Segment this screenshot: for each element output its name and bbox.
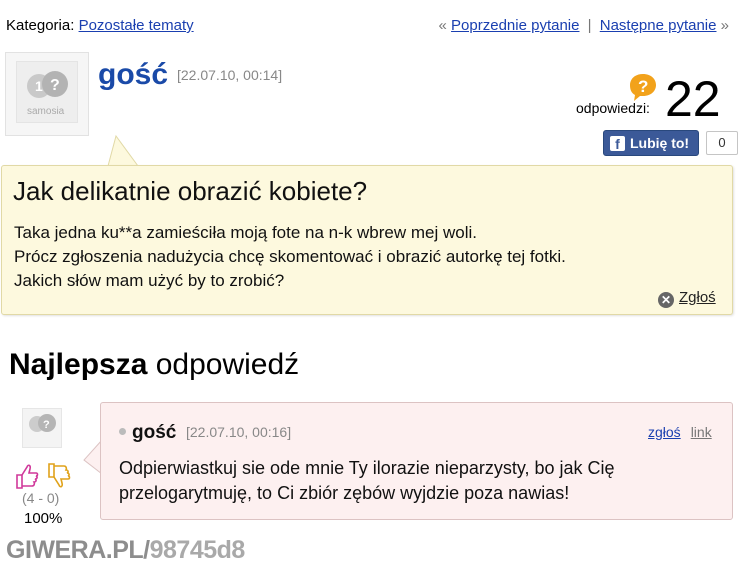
question-title: Jak delikatnie obrazić kobiete?	[13, 176, 368, 206]
answer-avatar[interactable]: ?	[22, 408, 62, 448]
facebook-like-button[interactable]: f Lubię to!	[603, 130, 699, 156]
facebook-icon: f	[610, 136, 625, 152]
watermark-id: 98745d8	[149, 536, 246, 564]
question-bubble-tail	[107, 134, 140, 168]
next-marker: »	[720, 17, 729, 34]
svg-text:1: 1	[35, 78, 43, 94]
question-line-2: Prócz zgłoszenia nadużycia chcę skomento…	[14, 247, 566, 266]
best-answer-heading: Najlepsza odpowiedź	[9, 348, 299, 382]
category-link[interactable]: Pozostałe tematy	[79, 17, 194, 34]
like-count: 0	[706, 131, 738, 155]
question-line-1: Taka jedna ku**a zamieściła moją fote na…	[14, 223, 477, 242]
avatar-text: samosia	[27, 106, 65, 117]
best-answer-heading-bold: Najlepsza	[9, 348, 148, 381]
answer-author-row: gość	[119, 422, 176, 444]
svg-text:?: ?	[43, 419, 50, 431]
answer-author[interactable]: gość	[132, 422, 176, 443]
avatar-placeholder-icon: ?	[29, 414, 56, 432]
close-icon: ✕	[658, 292, 674, 308]
question-body: Taka jedna ku**a zamieściła moją fote na…	[14, 221, 566, 293]
answer-line-1: Odpierwiastkuj sie ode mnie Ty ilorazie …	[119, 458, 615, 478]
answer-links: zgłoś link	[648, 424, 712, 440]
watermark: GIWERA.PL/98745d8	[6, 536, 245, 565]
next-question-link[interactable]: Następne pytanie	[600, 17, 717, 34]
question-mark-icon: ?	[628, 72, 658, 102]
svg-text:?: ?	[50, 77, 60, 94]
answers-count: 22	[665, 71, 721, 127]
svg-text:?: ?	[638, 77, 648, 96]
watermark-site: GIWERA.PL/	[6, 536, 150, 564]
question-line-3: Jakich słów mam użyć by to zrobić?	[14, 271, 285, 290]
question-avatar[interactable]: 1 ? samosia	[5, 52, 89, 136]
vote-score: (4 - 0)	[22, 490, 60, 506]
answer-line-2: przelogarytmuję, to Ci zbiór zębów wyjdz…	[119, 483, 570, 503]
vote-percentage: 100%	[24, 510, 63, 527]
like-label: Lubię to!	[630, 135, 690, 151]
answers-label: odpowiedzi:	[576, 100, 650, 116]
best-answer-heading-rest: odpowiedź	[147, 348, 300, 381]
status-dot-icon	[119, 428, 126, 435]
report-label: Zgłoś	[679, 289, 716, 306]
thumbs-down-icon[interactable]	[48, 463, 71, 488]
answer-text: Odpierwiastkuj sie ode mnie Ty ilorazie …	[119, 456, 615, 506]
report-question-button[interactable]: ✕ Zgłoś	[658, 289, 716, 308]
prev-marker: «	[438, 17, 447, 34]
answer-date: [22.07.10, 00:16]	[186, 424, 292, 440]
question-date: [22.07.10, 00:14]	[177, 67, 283, 83]
report-answer-link[interactable]: zgłoś	[648, 424, 681, 440]
nav-separator: |	[587, 17, 592, 34]
question-author[interactable]: gość	[98, 58, 168, 92]
category-row: Kategoria: Pozostałe tematy	[6, 17, 194, 34]
thumbs-up-icon[interactable]	[16, 464, 39, 489]
question-navigation: « Poprzednie pytanie | Następne pytanie …	[439, 17, 729, 34]
permalink-link[interactable]: link	[691, 424, 712, 440]
previous-question-link[interactable]: Poprzednie pytanie	[451, 17, 579, 34]
category-label: Kategoria:	[6, 17, 75, 34]
avatar-placeholder-icon: 1 ? samosia	[16, 61, 78, 123]
